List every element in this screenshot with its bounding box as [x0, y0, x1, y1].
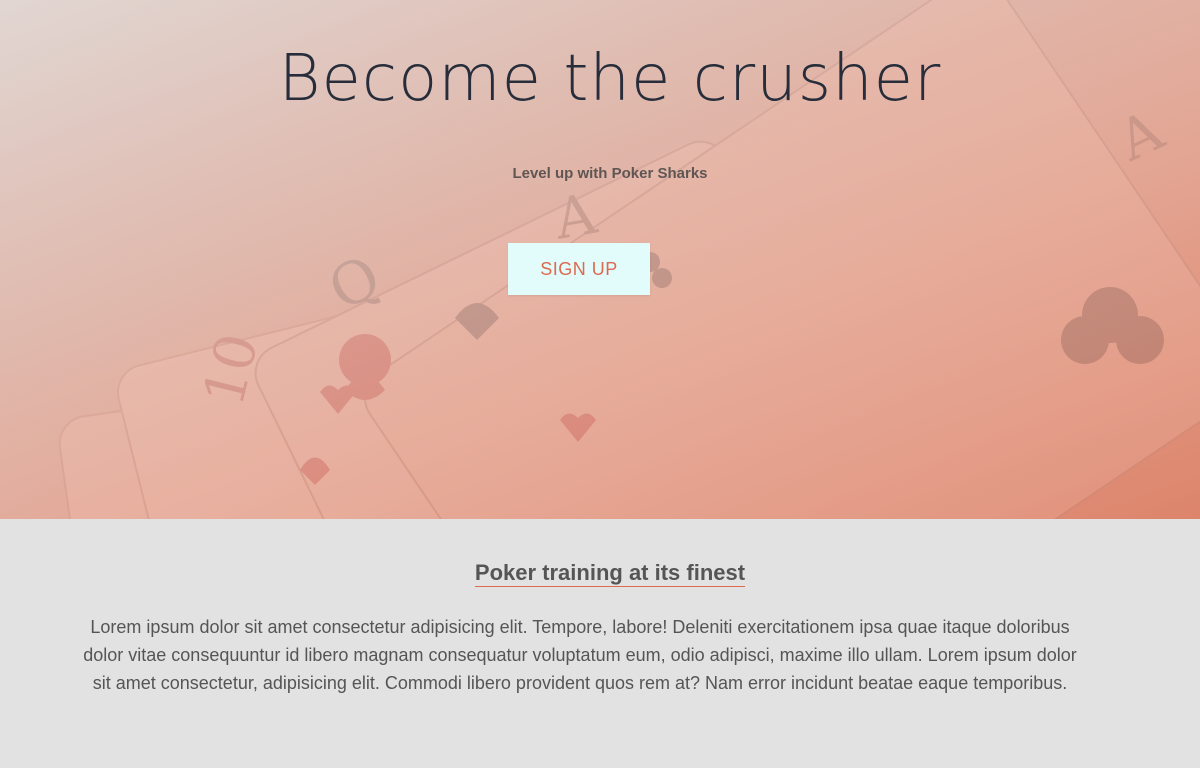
- section-body-text: Lorem ipsum dolor sit amet consectetur a…: [83, 617, 1077, 693]
- section-heading-text: Poker training at its finest: [474, 560, 746, 587]
- hero-title: Become the crusher: [278, 42, 942, 116]
- about-section: Poker training at its finest Lorem ipsum…: [0, 519, 1200, 768]
- hero-subtitle: Level up with Poker Sharks: [512, 165, 708, 182]
- hero-section: Q 10 A A Becom: [0, 0, 1200, 519]
- sign-up-button[interactable]: SIGN UP: [508, 243, 650, 295]
- hero-content: Become the crusher Level up with Poker S…: [0, 0, 1200, 519]
- section-heading: Poker training at its finest: [0, 559, 1200, 587]
